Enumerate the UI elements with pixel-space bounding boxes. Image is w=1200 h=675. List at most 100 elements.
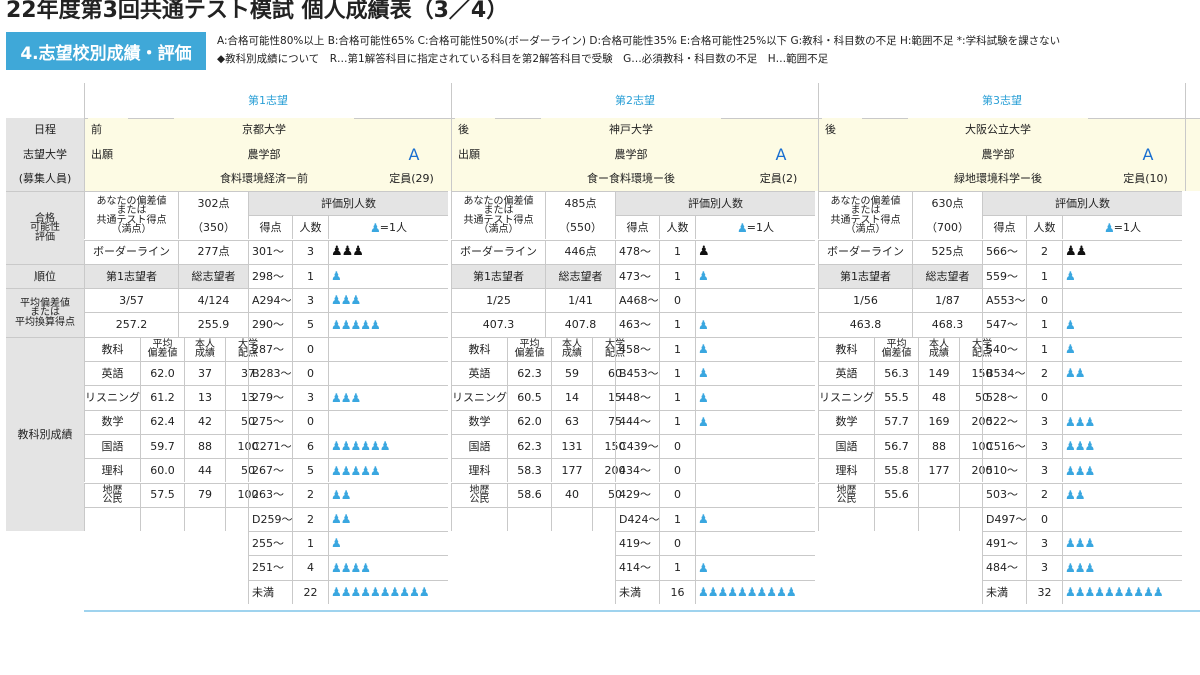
per-person-text: =1人: [1113, 221, 1141, 235]
subject-name: 地歴 公民: [818, 482, 874, 507]
dist-count: 0: [292, 409, 328, 434]
dist-score: 275〜: [248, 409, 292, 434]
dist-score-value: 267〜: [252, 464, 284, 478]
total-choice-label: 総志望者: [545, 263, 615, 289]
dist-score-value: 553〜: [993, 293, 1026, 307]
dist-count: 1: [659, 336, 695, 361]
dist-figures: ♟: [695, 409, 815, 434]
full-score: （550）: [545, 215, 615, 240]
subject-own: 79: [184, 482, 225, 507]
dist-score-value: 497〜: [994, 512, 1026, 526]
dist-count: 5: [292, 458, 328, 483]
dist-score: D 497〜: [982, 506, 1026, 532]
subject-own: 13: [184, 385, 225, 410]
subject-avg: [507, 506, 551, 532]
dist-grade-mark: C: [619, 439, 627, 453]
dist-figures: [1062, 385, 1182, 410]
dist-score: C 439〜: [615, 433, 659, 459]
first-choice-label: 第1志望者: [84, 263, 178, 289]
dist-score: 301〜: [248, 239, 292, 264]
dist-count: 2: [292, 506, 328, 532]
subject-avg: 61.2: [140, 385, 184, 410]
dist-count: 3: [1026, 409, 1062, 434]
dist-score-value: 414〜: [619, 561, 651, 575]
dist-count: 1: [1026, 263, 1062, 289]
dist-count: 3: [1026, 531, 1062, 556]
dist-score: 510〜: [982, 458, 1026, 483]
eval-count-header: 評価別人数: [982, 190, 1182, 216]
subject-name: [818, 506, 874, 532]
dist-count: 1: [659, 312, 695, 337]
dist-score: 559〜: [982, 263, 1026, 289]
dist-count: 6: [292, 433, 328, 459]
dist-score-value: 439〜: [626, 439, 659, 453]
dist-count: 0: [1026, 506, 1062, 532]
dist-figures: ♟: [1062, 312, 1182, 337]
dist-score: 255〜: [248, 531, 292, 556]
subject-name: 地歴 公民: [451, 482, 507, 507]
dist-score-value: 453〜: [626, 366, 659, 380]
dist-score-value: 559〜: [986, 269, 1018, 283]
subject-own: 131: [551, 433, 592, 459]
choice-faculty: 農学部: [174, 142, 354, 167]
dist-figures: ♟♟♟: [1062, 458, 1182, 483]
subject-avg: 57.7: [874, 409, 918, 434]
dist-figures: [695, 482, 815, 507]
dist-count: 0: [659, 458, 695, 483]
dist-score-value: 294〜: [259, 293, 292, 307]
subject-own: 177: [551, 458, 592, 483]
dist-score-value: 279〜: [252, 391, 284, 405]
dist-score: 478〜: [615, 239, 659, 264]
label-university: 志望大学: [6, 142, 84, 167]
subject-name: 国語: [818, 433, 874, 459]
dist-score-value: 534〜: [993, 366, 1026, 380]
dist-grade-mark: A: [986, 293, 994, 307]
dist-count: 0: [1026, 385, 1062, 410]
choice-grade: A: [384, 143, 444, 168]
dist-score-value: 259〜: [260, 512, 292, 526]
dist-score-value: 484〜: [986, 561, 1018, 575]
subject-legend: ◆教科別成績について R…第1解答科目に指定されている科目を第2解答科目で受験 …: [217, 53, 829, 65]
own-col-header: 本人 成績: [184, 336, 225, 361]
subject-own: 40: [551, 482, 592, 507]
per-person-text: =1人: [379, 221, 407, 235]
dist-score-value: 528〜: [986, 391, 1018, 405]
dist-score: C 516〜: [982, 433, 1026, 459]
dist-figures: ♟♟: [1062, 482, 1182, 507]
choice-university: 京都大学: [174, 118, 354, 143]
dist-score: A 553〜: [982, 288, 1026, 313]
dist-score-value: 448〜: [619, 391, 651, 405]
choice-university: 神戸大学: [541, 118, 721, 143]
subject-avg: [874, 506, 918, 532]
border-label: ボーダーライン: [818, 239, 912, 264]
avg-first: 463.8: [818, 312, 912, 337]
dist-grade-mark: B: [619, 366, 627, 380]
dist-grade-mark: A: [252, 293, 260, 307]
dist-count: 5: [292, 312, 328, 337]
dist-figures: ♟♟♟♟♟: [328, 458, 448, 483]
dist-count: 1: [1026, 336, 1062, 361]
score-col-header: 得点: [982, 215, 1026, 240]
per-person-legend: ♟ =1人: [695, 215, 815, 240]
own-col-header: 本人 成績: [551, 336, 592, 361]
count-col-header: 人数: [659, 215, 695, 240]
subject-avg: 62.3: [507, 361, 551, 386]
dist-score: 287〜: [248, 336, 292, 361]
dist-score-value: 251〜: [252, 561, 284, 575]
subject-name: 地歴 公民: [84, 482, 140, 507]
dist-figures: ♟♟♟♟♟♟♟♟♟♟: [1062, 579, 1182, 604]
dist-score: 429〜: [615, 482, 659, 507]
subject-avg: 56.7: [874, 433, 918, 459]
dist-figures: ♟♟♟: [1062, 531, 1182, 556]
bottom-rule: [84, 610, 1200, 612]
own-col-header: 本人 成績: [918, 336, 959, 361]
subject-own: 169: [918, 409, 959, 434]
dist-score: 522〜: [982, 409, 1026, 434]
subject-col-header: 教科: [451, 336, 507, 361]
dist-score: 491〜: [982, 531, 1026, 556]
avg-total: 255.9: [178, 312, 248, 337]
avg-dev-col-header: 平均 偏差値: [507, 336, 551, 361]
subject-name: リスニング: [818, 385, 874, 410]
dist-score: 267〜: [248, 458, 292, 483]
choice-quota: 定員(29): [374, 166, 449, 191]
